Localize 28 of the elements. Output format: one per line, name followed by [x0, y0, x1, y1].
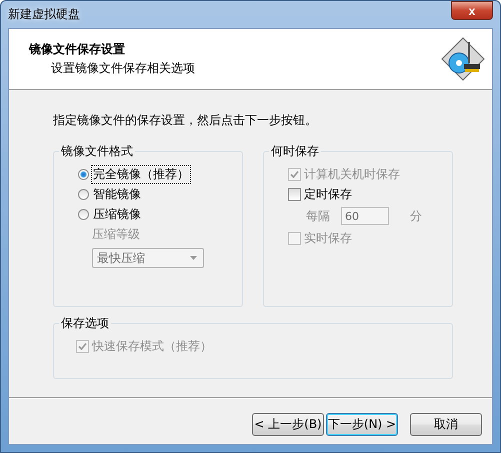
caret-icon [190, 256, 197, 260]
unit-label: 分 [410, 208, 422, 224]
check-icon [78, 342, 87, 350]
wizard-button[interactable]: 下一步(N) > [326, 413, 398, 436]
group-title: 何时保存 [269, 143, 321, 160]
wizard-button[interactable]: < 上一步(B) [252, 413, 324, 436]
checkbox-label: 实时保存 [304, 230, 352, 246]
wizard-button[interactable]: 取消 [410, 413, 482, 436]
interval-label: 每隔 [306, 208, 330, 224]
radio-button[interactable] [78, 168, 89, 180]
radio-button[interactable] [78, 188, 89, 200]
radio-label: 智能镜像 [92, 186, 142, 202]
radio-label: 压缩镜像 [92, 206, 142, 222]
group-title: 镜像文件格式 [59, 143, 135, 160]
header-subtitle: 设置镜像文件保存相关选项 [50, 60, 195, 77]
checkbox-label: 定时保存 [304, 186, 352, 202]
header-title: 镜像文件保存设置 [29, 41, 126, 58]
compression-label: 压缩等级 [92, 226, 140, 242]
window-title: 新建虚拟硬盘 [8, 6, 80, 23]
radio-label: 完全镜像（推荐） [92, 166, 190, 182]
checkbox-label: 计算机关机时保存 [304, 166, 400, 182]
instruction-text: 指定镜像文件的保存设置，然后点击下一步按钮。 [53, 112, 318, 129]
radio-button[interactable] [78, 208, 89, 220]
close-button[interactable]: x [451, 1, 493, 20]
check-icon [290, 170, 299, 178]
checkbox[interactable] [288, 188, 301, 200]
checkbox-label: 快速保存模式（推荐） [92, 338, 212, 354]
group-title: 保存选项 [59, 315, 111, 332]
